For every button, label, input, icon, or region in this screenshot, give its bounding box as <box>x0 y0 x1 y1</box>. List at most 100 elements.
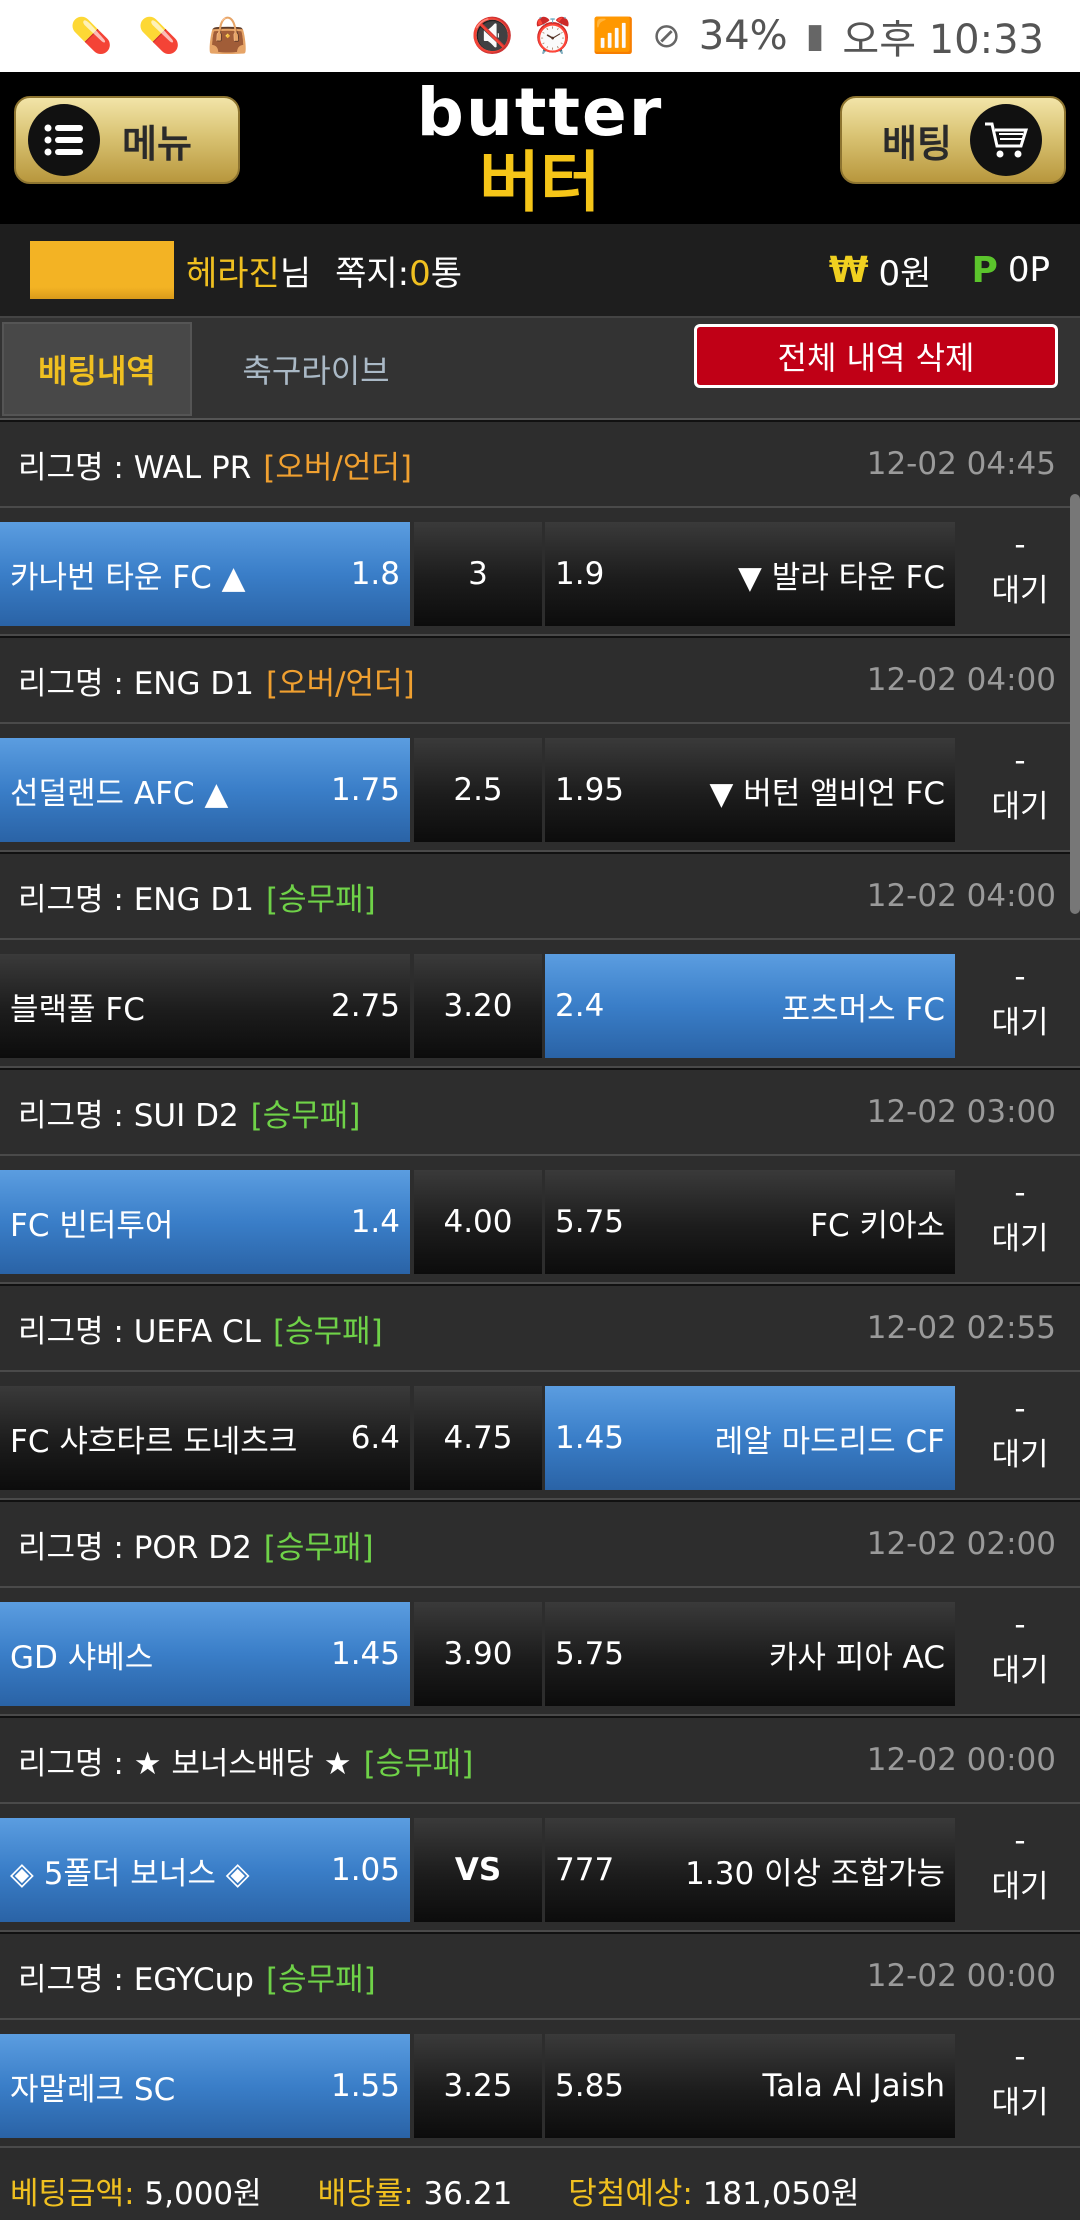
home-team: 선덜랜드 AFC ▲ <box>10 775 229 812</box>
home-team: 카나번 타운 FC ▲ <box>10 559 246 596</box>
home-odds: 1.55 <box>330 2068 400 2104</box>
tab-bar: 배팅내역 축구라이브 전체 내역 삭제 <box>0 316 1080 420</box>
away-odds: 1.95 <box>555 772 625 808</box>
home-team: GD 샤베스 <box>10 1639 154 1676</box>
bet-row: FC 샤흐타르 도네츠크 6.4 4.75 1.45 레알 마드리드 CF - 대기 <box>0 1372 1080 1500</box>
middle-value: 3.20 <box>414 954 542 1058</box>
do-not-disturb-icon: ⊘ <box>652 16 681 56</box>
user-suffix: 님 <box>279 253 312 294</box>
balance: ₩ 0원 P 0P <box>829 246 1050 295</box>
bet-row: ◈ 5폴더 보너스 ◈ 1.05 VS 777 1.30 이상 조합가능 - 대기 <box>0 1804 1080 1932</box>
user-name: 헤라진 <box>186 253 280 294</box>
league-header: 리그명 : ★ 보너스배당 ★ [승무패] 12-02 00:00 <box>0 1716 1080 1804</box>
home-odds: 1.05 <box>330 1852 400 1888</box>
league-name: 리그명 : ★ 보너스배당 ★ <box>18 1745 352 1782</box>
alarm-icon: ⏰ <box>531 16 574 56</box>
shopping-bag-icon: 👜 <box>206 16 250 56</box>
result-dash: - <box>1014 1823 1026 1859</box>
expected-win-label: 당첨예상: <box>568 2175 693 2212</box>
bet-row: 선덜랜드 AFC ▲ 1.75 2.5 1.95 ▼ 버턴 앨비언 FC - 대기 <box>0 724 1080 852</box>
match-time: 12-02 04:00 <box>866 662 1056 698</box>
away-team: 포츠머스 FC <box>781 991 945 1028</box>
messages-count: 0 <box>409 253 431 294</box>
league-header: 리그명 : ENG D1 [승무패] 12-02 04:00 <box>0 852 1080 940</box>
home-team: FC 샤흐타르 도네츠크 <box>10 1423 298 1460</box>
middle-value: 3 <box>414 522 542 626</box>
menu-button[interactable]: 메뉴 <box>14 96 240 184</box>
home-odds: 1.4 <box>350 1204 400 1240</box>
league-header: 리그명 : SUI D2 [승무패] 12-02 03:00 <box>0 1068 1080 1156</box>
bet-row: 카나번 타운 FC ▲ 1.8 3 1.9 ▼ 발라 타운 FC - 대기 <box>0 508 1080 636</box>
league-name: 리그명 : ENG D1 <box>18 665 254 702</box>
bet-type-tag: [승무패] <box>363 1745 474 1782</box>
result-status: 대기 <box>991 789 1049 825</box>
mute-icon: 🔇 <box>471 16 514 56</box>
away-team: ▼ 발라 타운 FC <box>738 559 945 596</box>
won-icon: ₩ <box>828 249 869 291</box>
clock: 오후 10:33 <box>842 17 1044 63</box>
away-pick: 1.9 ▼ 발라 타운 FC <box>545 522 955 626</box>
away-team: 카사 피아 AC <box>768 1639 945 1676</box>
result-status: 대기 <box>991 1221 1049 1257</box>
home-odds: 1.8 <box>350 556 400 592</box>
league-name: 리그명 : EGYCup <box>18 1961 254 1998</box>
tab-soccer-live[interactable]: 축구라이브 <box>192 322 440 416</box>
scrollbar[interactable] <box>1070 494 1080 914</box>
league-header: 리그명 : UEFA CL [승무패] 12-02 02:55 <box>0 1284 1080 1372</box>
home-team: FC 빈터투어 <box>10 1207 174 1244</box>
away-team: 1.30 이상 조합가능 <box>685 1855 945 1892</box>
away-pick: 5.75 FC 키아소 <box>545 1170 955 1274</box>
bet-result: - 대기 <box>960 2034 1080 2138</box>
home-odds: 1.45 <box>330 1636 400 1672</box>
home-pick: FC 빈터투어 1.4 <box>0 1170 410 1274</box>
away-pick: 777 1.30 이상 조합가능 <box>545 1818 955 1922</box>
middle-value: 3.25 <box>414 2034 542 2138</box>
bet-result: - 대기 <box>960 738 1080 842</box>
point-balance: 0P <box>1007 250 1050 290</box>
league-name: 리그명 : ENG D1 <box>18 881 254 918</box>
result-dash: - <box>1014 1175 1026 1211</box>
bet-result: - 대기 <box>960 1170 1080 1274</box>
logo-korean: 버터 <box>479 144 601 221</box>
match-time: 12-02 00:00 <box>866 1742 1056 1778</box>
delete-all-history-button[interactable]: 전체 내역 삭제 <box>694 324 1058 388</box>
match-time: 12-02 04:00 <box>866 878 1056 914</box>
league-header: 리그명 : EGYCup [승무패] 12-02 00:00 <box>0 1932 1080 2020</box>
tab-bet-history[interactable]: 배팅내역 <box>2 322 192 416</box>
bet-slip-button[interactable]: 배팅 <box>840 96 1066 184</box>
bet-type-tag: [승무패] <box>265 881 376 918</box>
result-status: 대기 <box>991 573 1049 609</box>
away-odds: 1.45 <box>555 1420 625 1456</box>
home-odds: 2.75 <box>330 988 400 1024</box>
home-pick: 선덜랜드 AFC ▲ 1.75 <box>0 738 410 842</box>
wifi-icon: 📶 <box>591 16 635 56</box>
messages-label: 쪽지: <box>335 253 410 294</box>
home-pick: GD 샤베스 1.45 <box>0 1602 410 1706</box>
pill-icon: 💊 <box>138 16 181 56</box>
logo: butter 버터 <box>405 78 675 218</box>
bet-summary: 베팅금액: 5,000원 배당률: 36.21 당첨예상: 181,050원 <box>0 2160 1080 2220</box>
match-time: 12-02 04:45 <box>866 446 1056 482</box>
battery-icon: ▮ <box>805 16 825 56</box>
league-name: 리그명 : WAL PR <box>18 449 252 486</box>
menu-label: 메뉴 <box>122 121 192 166</box>
result-dash: - <box>1014 1391 1026 1427</box>
status-bar: 💊 💊 👜 🔇 ⏰ 📶 ⊘ 34% ▮ 오후 10:33 <box>0 0 1080 72</box>
messages-unit: 통 <box>430 253 463 294</box>
result-dash: - <box>1014 959 1026 995</box>
messages-link[interactable]: 쪽지:0통 <box>335 246 462 295</box>
bet-history-list: 리그명 : WAL PR [오버/언더] 12-02 04:45 카나번 타운 FC … <box>0 420 1080 2148</box>
won-balance: 0원 <box>878 253 932 294</box>
home-pick: 카나번 타운 FC ▲ 1.8 <box>0 522 410 626</box>
home-pick: FC 샤흐타르 도네츠크 6.4 <box>0 1386 410 1490</box>
bet-result: - 대기 <box>960 1818 1080 1922</box>
result-dash: - <box>1014 527 1026 563</box>
bet-row: 자말레크 SC 1.55 3.25 5.85 Tala Al Jaish - 대기 <box>0 2020 1080 2148</box>
league-header: 리그명 : POR D2 [승무패] 12-02 02:00 <box>0 1500 1080 1588</box>
status-left-icons: 💊 💊 👜 <box>70 16 249 56</box>
bet-amount-value: 5,000원 <box>144 2175 262 2212</box>
home-team: ◈ 5폴더 보너스 ◈ <box>10 1855 250 1892</box>
home-odds: 1.75 <box>330 772 400 808</box>
league-header: 리그명 : ENG D1 [오버/언더] 12-02 04:00 <box>0 636 1080 724</box>
away-team: Tala Al Jaish <box>762 2068 946 2104</box>
